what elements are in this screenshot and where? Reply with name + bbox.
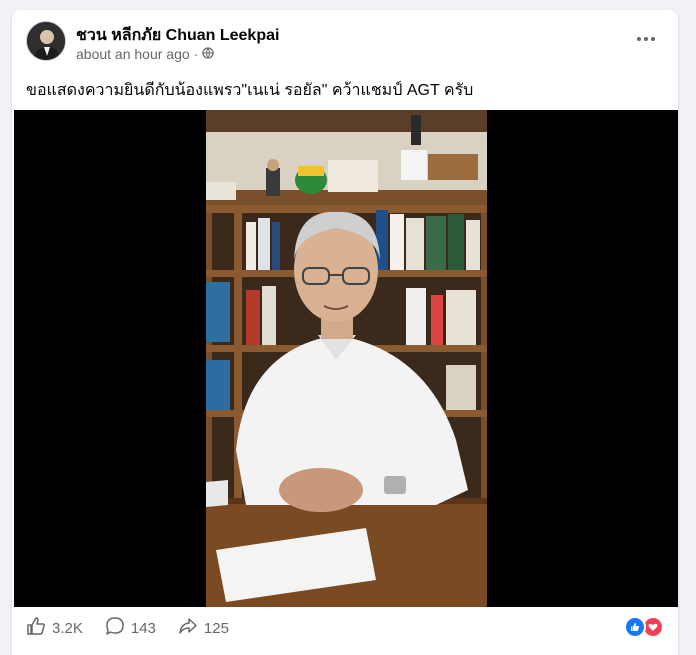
post-text: ขอแสดงความยินดีกับน้องแพรว"เนเน่ รอยัล" … — [26, 82, 474, 99]
post-timestamp[interactable]: about an hour ago — [76, 46, 190, 62]
post-meta: about an hour ago · — [76, 46, 214, 62]
more-options-button[interactable] — [634, 27, 658, 51]
share-button[interactable]: 125 — [178, 616, 229, 640]
reaction-summary[interactable] — [624, 616, 664, 638]
post-header: ชวน หลีกภัย Chuan Leekpai about an hour … — [26, 21, 664, 65]
video-frame — [206, 110, 487, 607]
video-player[interactable] — [14, 110, 678, 607]
share-arrow-icon — [178, 616, 198, 640]
comment-button[interactable]: 143 — [105, 616, 156, 640]
like-count: 3.2K — [52, 619, 83, 637]
like-button[interactable]: 3.2K — [26, 616, 83, 640]
post-actions: 3.2K 143 125 — [26, 616, 664, 640]
thumbs-up-icon — [26, 616, 46, 640]
comment-count: 143 — [130, 619, 156, 637]
globe-icon — [202, 46, 214, 62]
share-count: 125 — [203, 619, 229, 637]
author-name[interactable]: ชวน หลีกภัย Chuan Leekpai — [76, 23, 279, 48]
comment-bubble-icon — [105, 616, 125, 640]
video-thumbnail — [206, 110, 487, 607]
more-dots-icon — [637, 37, 655, 41]
avatar[interactable] — [26, 21, 66, 61]
post-card: ชวน หลีกภัย Chuan Leekpai about an hour … — [12, 10, 678, 655]
like-reaction-icon — [624, 616, 646, 638]
